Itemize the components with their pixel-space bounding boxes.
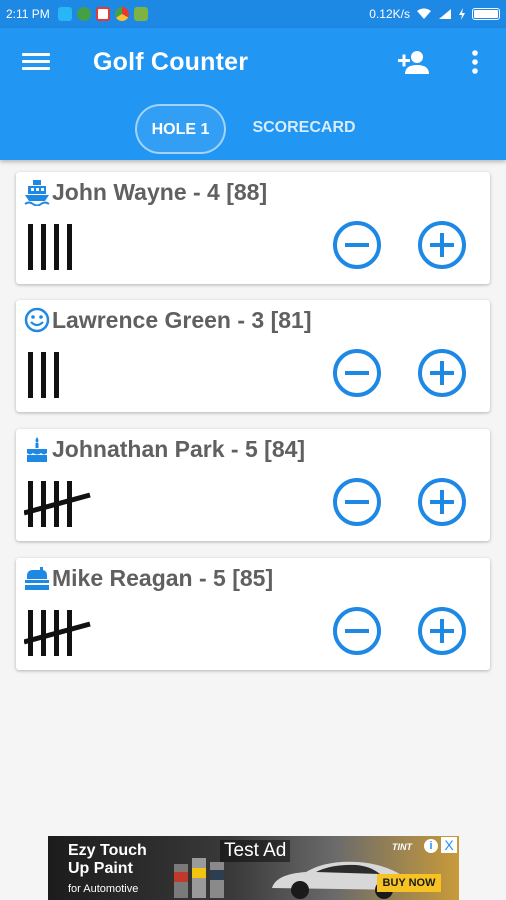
player-name: John Wayne - 4 [88] [52,178,268,205]
wifi-icon [417,8,431,19]
status-bar: 2:11 PM 0.12K/s [0,0,506,28]
ad-close-icon[interactable]: X [441,837,457,853]
test-ad-badge: Test Ad [220,840,291,862]
ad-brand-logo: TINT [392,842,412,852]
message-icon [133,7,148,21]
app-bar: Golf Counter HOLE 1 SCORECARD [0,28,506,160]
smiley-icon [24,307,50,333]
player-card: Lawrence Green - 3 [81] [16,300,490,412]
tally-marks [24,610,91,656]
increment-button[interactable] [417,477,467,527]
more-options-icon[interactable] [470,48,480,78]
app-title: Golf Counter [93,48,249,76]
add-person-icon[interactable] [397,48,431,78]
tally-marks [28,224,72,270]
decrement-button[interactable] [332,477,382,527]
player-name: Lawrence Green - 3 [81] [52,306,312,333]
ad-headline: Ezy Touch Up Paint [68,842,147,877]
hand-icon [25,567,49,590]
cake-icon [27,437,47,462]
tab-scorecard[interactable]: SCORECARD [240,104,368,154]
ad-info-icon[interactable]: i [424,839,438,853]
tally-marks [24,481,91,527]
buy-now-button[interactable]: BUY NOW [377,874,441,892]
chrome-icon [114,7,129,21]
player-name: Mike Reagan - 5 [85] [52,564,274,591]
network-speed: 0.12K/s [369,7,410,21]
ad-copy: Ezy Touch Up Paint for Automotive [68,842,158,898]
battery-icon [472,8,500,20]
boat-icon [24,180,50,206]
status-time: 2:11 PM [6,7,50,21]
signal-icon [439,9,451,19]
ad-subline: for Automotive [68,883,139,895]
player-card: Mike Reagan - 5 [85] [16,558,490,670]
increment-button[interactable] [417,606,467,656]
tally-marks [28,352,59,398]
menu-icon[interactable] [22,50,50,74]
player-card: John Wayne - 4 [88] [16,172,490,284]
increment-button[interactable] [417,220,467,270]
ad-banner[interactable]: Ezy Touch Up Paint for Automotive Test A… [48,836,459,900]
gmail-icon [95,7,110,21]
player-name: Johnathan Park - 5 [84] [52,435,306,462]
increment-button[interactable] [417,348,467,398]
charging-icon [459,8,465,20]
decrement-button[interactable] [332,606,382,656]
tab-bar: HOLE 1 SCORECARD [0,102,506,156]
player-card: Johnathan Park - 5 [84] [16,429,490,541]
tab-hole-1[interactable]: HOLE 1 [135,104,226,154]
bluetooth-icon [57,7,72,21]
decrement-button[interactable] [332,220,382,270]
whatsapp-icon [76,7,91,21]
decrement-button[interactable] [332,348,382,398]
